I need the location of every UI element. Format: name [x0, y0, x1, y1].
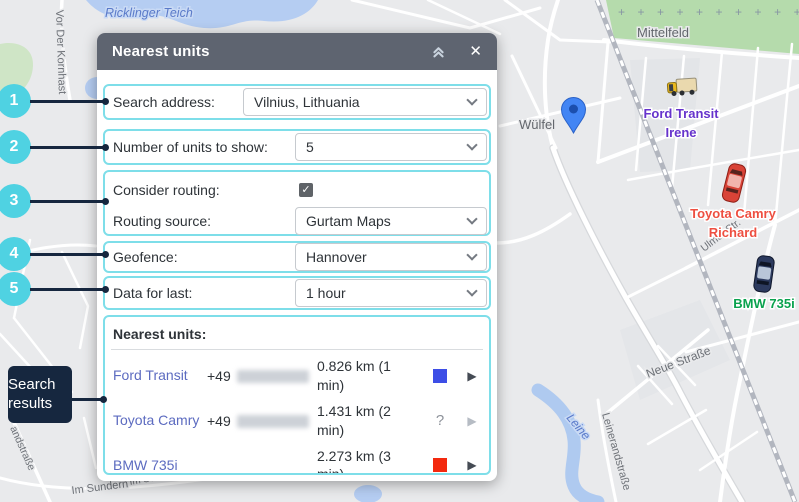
- data-for-last-label: Data for last:: [113, 285, 192, 301]
- consider-routing-checkbox[interactable]: ✓: [299, 183, 313, 197]
- nearest-units-dialog: Nearest units ✕ Search address: Vilnius,…: [97, 33, 497, 481]
- unit-distance: 0.826 km (1 min): [317, 357, 411, 395]
- geofence-label: Geofence:: [113, 249, 178, 265]
- divider: [111, 349, 483, 350]
- dialog-header: Nearest units ✕: [97, 33, 497, 70]
- map-driver-label-richard: Richard: [709, 225, 757, 240]
- callout-line: [30, 100, 103, 103]
- collapse-icon[interactable]: [429, 44, 447, 60]
- callout-line: [30, 200, 103, 203]
- svg-text:++++++++++++: ++++++++++++: [618, 5, 799, 19]
- units-to-show-group: Number of units to show: 5: [103, 129, 491, 165]
- chevron-down-icon: [466, 94, 477, 105]
- results-header: Nearest units:: [113, 326, 481, 342]
- routing-source-select[interactable]: Gurtam Maps: [295, 207, 487, 235]
- chevron-down-icon: [466, 213, 477, 224]
- units-to-show-label: Number of units to show:: [113, 139, 268, 155]
- map-driver-label-irene: Irene: [665, 125, 696, 140]
- callout-dot: [100, 396, 107, 403]
- search-address-label: Search address:: [113, 94, 215, 110]
- data-for-last-value: 1 hour: [306, 285, 346, 301]
- search-results-callout: Search results: [8, 366, 72, 423]
- unit-link-toyota-camry[interactable]: Toyota Camry: [113, 411, 207, 431]
- map-unit-label-bmw: BMW 735i: [733, 296, 794, 311]
- consider-routing-label: Consider routing:: [113, 182, 220, 198]
- geofence-group: Geofence: Hannover: [103, 241, 491, 273]
- callout-line: [30, 288, 103, 291]
- dialog-body: Search address: Vilnius, Lithuania Numbe…: [97, 70, 497, 475]
- unit-phone: +49: [207, 368, 317, 384]
- water-label-ricklinger: Ricklinger Teich: [105, 6, 193, 20]
- callout-dot: [102, 286, 109, 293]
- callout-dot: [102, 251, 109, 258]
- routing-group: Consider routing: ✓ Routing source: Gurt…: [103, 170, 491, 236]
- play-route-button[interactable]: ▶: [459, 369, 485, 383]
- chevron-down-icon: [466, 249, 477, 260]
- table-row: BMW 735i 2.273 km (3 min) ▶: [113, 447, 481, 475]
- geofence-select[interactable]: Hannover: [295, 243, 487, 271]
- callout-line: [30, 253, 103, 256]
- chevron-down-icon: [466, 139, 477, 150]
- route-unknown-icon: ?: [436, 412, 444, 429]
- units-to-show-select[interactable]: 5: [295, 133, 487, 161]
- table-row: Ford Transit +49 0.826 km (1 min) ▶: [113, 357, 481, 395]
- unit-link-ford-transit[interactable]: Ford Transit: [113, 366, 207, 386]
- callout-dot: [102, 98, 109, 105]
- callout-dot: [102, 144, 109, 151]
- callout-line: [30, 146, 103, 149]
- place-label-mittelfeld: Mittelfeld: [637, 25, 689, 40]
- data-for-last-select[interactable]: 1 hour: [295, 279, 487, 307]
- play-route-button-disabled[interactable]: ▶: [459, 414, 485, 428]
- chevron-down-icon: [466, 285, 477, 296]
- close-icon[interactable]: ✕: [469, 44, 482, 59]
- search-address-value: Vilnius, Lithuania: [254, 94, 360, 110]
- map-unit-label-ford: Ford Transit: [643, 106, 719, 121]
- callout-line: [70, 398, 103, 401]
- results-group: Nearest units: Ford Transit +49 0.826 km…: [103, 315, 491, 475]
- map-unit-label-toyota: Toyota Camry: [690, 206, 776, 221]
- place-label-wuelfel: Wülfel: [519, 117, 555, 132]
- callout-dot: [102, 198, 109, 205]
- search-results-label: Search results: [8, 376, 72, 414]
- unit-link-bmw-735i[interactable]: BMW 735i: [113, 456, 207, 475]
- dialog-title: Nearest units: [112, 43, 429, 60]
- route-color-swatch: [433, 458, 447, 472]
- play-route-button[interactable]: ▶: [459, 458, 485, 472]
- data-for-last-group: Data for last: 1 hour: [103, 276, 491, 310]
- unit-distance: 2.273 km (3 min): [317, 447, 411, 475]
- table-row: Toyota Camry +49 1.431 km (2 min) ? ▶: [113, 402, 481, 440]
- routing-source-label: Routing source:: [113, 213, 211, 229]
- geofence-value: Hannover: [306, 249, 367, 265]
- search-address-select[interactable]: Vilnius, Lithuania: [243, 88, 487, 116]
- routing-source-value: Gurtam Maps: [306, 213, 391, 229]
- blurred-phone-number: [237, 415, 309, 428]
- unit-distance: 1.431 km (2 min): [317, 402, 411, 440]
- blurred-phone-number: [237, 370, 309, 383]
- search-address-group: Search address: Vilnius, Lithuania: [103, 84, 491, 120]
- units-to-show-value: 5: [306, 139, 314, 155]
- route-color-swatch: [433, 369, 447, 383]
- unit-phone: +49: [207, 413, 317, 429]
